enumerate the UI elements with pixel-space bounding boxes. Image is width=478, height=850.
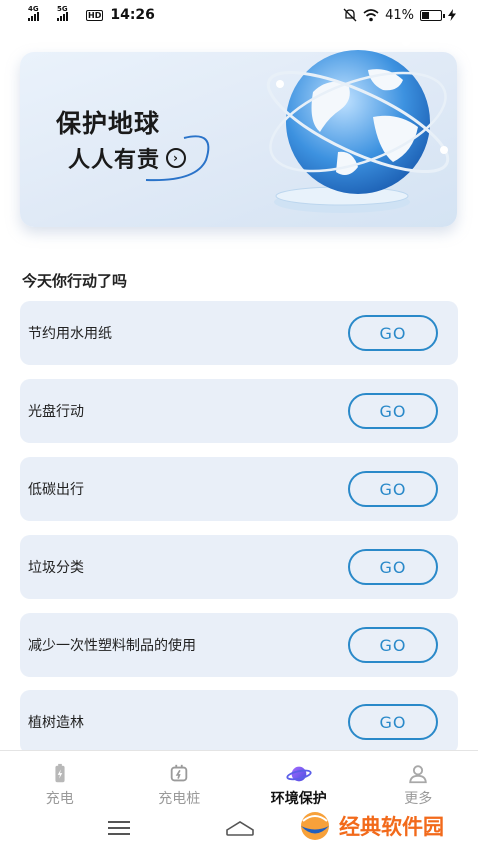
nav-label: 充电 xyxy=(45,791,74,807)
go-button[interactable]: GO xyxy=(348,315,438,351)
battery-charge-icon xyxy=(55,763,65,783)
hd-badge: HD xyxy=(86,9,104,21)
go-button[interactable]: GO xyxy=(348,393,438,429)
user-icon xyxy=(409,765,428,784)
nav-label: 充电桩 xyxy=(158,791,201,807)
banner-subtitle: 人人有责 xyxy=(68,148,161,173)
action-card: 光盘行动 GO xyxy=(20,379,458,443)
network-type-label: 4G xyxy=(28,5,39,13)
action-card: 节约用水用纸 GO xyxy=(20,301,458,365)
action-label: 节约用水用纸 xyxy=(28,326,112,342)
action-card: 低碳出行 GO xyxy=(20,457,458,521)
go-button[interactable]: GO xyxy=(348,627,438,663)
battery-icon xyxy=(420,9,445,21)
go-button[interactable]: GO xyxy=(348,549,438,585)
nav-item-environment[interactable]: 环境保护 xyxy=(239,751,359,808)
cell-signal-icon-2: 5G xyxy=(57,5,68,21)
clock: 14:26 xyxy=(110,7,155,23)
nav-label: 环境保护 xyxy=(270,791,327,807)
action-card: 减少一次性塑料制品的使用 GO xyxy=(20,613,458,677)
nav-item-more[interactable]: 更多 xyxy=(359,751,478,808)
action-label: 垃圾分类 xyxy=(28,560,84,576)
watermark-text: 经典软件园 xyxy=(339,815,444,839)
go-button[interactable]: GO xyxy=(348,704,438,740)
planet-icon xyxy=(286,766,312,782)
mute-icon xyxy=(343,8,357,22)
status-right: 41% xyxy=(343,8,456,23)
action-label: 光盘行动 xyxy=(28,404,84,420)
action-label: 低碳出行 xyxy=(28,482,84,498)
status-left: 4G 5G HD 14:26 xyxy=(28,5,155,23)
menu-icon[interactable] xyxy=(108,821,130,839)
arrow-right-icon[interactable]: › xyxy=(166,148,187,168)
go-button[interactable]: GO xyxy=(348,471,438,507)
bottom-nav: 充电 充电桩 环境保护 更多 xyxy=(0,750,478,808)
action-card: 植树造林 GO xyxy=(20,690,458,754)
watermark: 经典软件园 xyxy=(295,808,444,844)
eco-banner[interactable]: 保护地球 人人有责 › xyxy=(20,38,457,227)
watermark-logo-icon xyxy=(301,812,329,840)
globe-icon xyxy=(266,38,450,194)
action-label: 植树造林 xyxy=(28,715,84,731)
network-type-label-2: 5G xyxy=(57,5,68,13)
action-card: 垃圾分类 GO xyxy=(20,535,458,599)
cell-signal-icon: 4G xyxy=(28,5,39,21)
banner-subtitle-row: 人人有责 › xyxy=(68,142,187,174)
banner-title: 保护地球 xyxy=(56,109,161,138)
nav-item-charging-pile[interactable]: 充电桩 xyxy=(120,751,240,808)
home-icon[interactable] xyxy=(224,818,256,838)
action-label: 减少一次性塑料制品的使用 xyxy=(28,638,196,654)
battery-percent: 41% xyxy=(385,7,414,23)
nav-item-charge[interactable]: 充电 xyxy=(0,751,120,808)
section-title: 今天你行动了吗 xyxy=(22,272,128,290)
charging-pile-icon xyxy=(171,764,188,782)
nav-label: 更多 xyxy=(404,791,433,807)
charging-bolt-icon xyxy=(448,9,456,21)
wifi-icon xyxy=(363,8,379,21)
